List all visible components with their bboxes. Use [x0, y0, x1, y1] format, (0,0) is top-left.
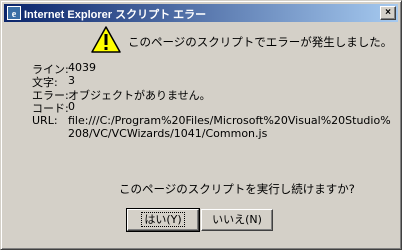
title-bar[interactable]: e Internet Explorer スクリプト エラー ×: [4, 4, 398, 22]
continue-question: このページのスクリプトを実行し続けますか?: [119, 182, 355, 196]
line-value: 4039: [68, 61, 96, 74]
svg-text:e: e: [12, 9, 17, 20]
char-value: 3: [68, 74, 75, 87]
url-label: URL:: [32, 114, 58, 127]
url-value-line2: 208/VC/VCWizards/1041/Common.js: [68, 127, 268, 140]
close-icon: ×: [385, 7, 391, 18]
script-error-dialog: e Internet Explorer スクリプト エラー × このページのスク…: [0, 0, 402, 250]
code-value: 0: [68, 100, 75, 113]
no-button-label: いいえ(N): [212, 213, 262, 226]
no-button[interactable]: いいえ(N): [201, 209, 273, 231]
url-value-line1: file:///C:/Program%20Files/Microsoft%20V…: [68, 114, 391, 127]
error-message: このページのスクリプトでエラーが発生しました。: [128, 35, 393, 49]
window-title: Internet Explorer スクリプト エラー: [24, 9, 207, 21]
close-button[interactable]: ×: [380, 6, 396, 20]
yes-button-label: はい(Y): [141, 212, 185, 227]
ie-icon: e: [7, 6, 21, 20]
warning-icon: [91, 26, 121, 53]
error-value: オブジェクトがありません。: [68, 89, 211, 102]
yes-button[interactable]: はい(Y): [126, 208, 200, 232]
